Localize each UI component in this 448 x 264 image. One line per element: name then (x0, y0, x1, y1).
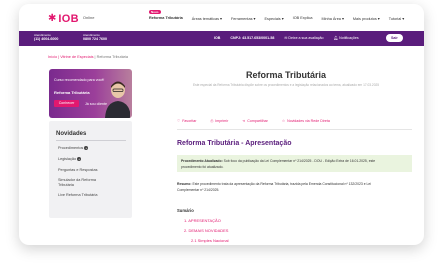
update-notice-label: Procedimento Atualizado: (181, 159, 223, 163)
top-navigation: ✱ IOB Online Novo Reforma Tributária Áre… (19, 4, 424, 31)
notifications-label: Notificações (339, 36, 359, 40)
promo-conhecer-button[interactable]: Conhecer (54, 100, 79, 107)
share-button[interactable]: ⋖ Compartilhar (242, 119, 268, 123)
nav-tutorial[interactable]: Tutorial ▾ (389, 16, 404, 21)
iob-logo[interactable]: ✱ IOB Online (48, 13, 94, 25)
browser-window: ✱ IOB Online Novo Reforma Tributária Áre… (19, 4, 424, 245)
favorite-label: Favoritar (182, 119, 197, 123)
nav-ferramentas[interactable]: Ferramentas ▾ (231, 16, 255, 21)
nav-areas-tematicas[interactable]: Áreas temáticas ▾ (192, 16, 222, 21)
article-title: Reforma Tributária - Apresentação (177, 140, 292, 147)
nav-label: Reforma Tributária (149, 16, 183, 20)
asterisk-logo-icon: ✱ (48, 13, 57, 24)
sidebar-item-label: Legislação (58, 157, 77, 161)
contact-phone: (11) 4004-6000 (34, 37, 59, 41)
breadcrumb-current: Reforma Tributária (96, 55, 129, 59)
toc-heading: Sumário (177, 208, 194, 213)
plus-icon: + (84, 146, 89, 150)
update-notice-text: Sob foco da publicação da Lei Complement… (222, 159, 376, 163)
rate-link[interactable]: ✉ Deixe a sua avaliação (284, 36, 323, 40)
company-cnpj: CNPJ: 43.517.653/0001-58 (230, 36, 275, 40)
company-name: IOB (214, 36, 221, 40)
logout-button[interactable]: Sair (386, 34, 403, 42)
update-notice: Procedimento Atualizado: Sob foco da pub… (177, 155, 412, 172)
heart-icon: ♡ (177, 119, 181, 123)
news-sidebar: Novidades Procedimentos + Legislação + Per… (49, 121, 132, 218)
sidebar-item-simulador[interactable]: Simulador da Reforma (58, 178, 96, 182)
sidebar-item-legislacao[interactable]: Legislação + (58, 157, 82, 161)
sidebar-title: Novidades (56, 131, 87, 137)
support-contact-1: Atendimento (11) 4004-6000 (34, 33, 58, 41)
new-badge: Novo (149, 10, 161, 14)
promo-course-name: Reforma Tributária (54, 90, 90, 95)
sidebar-item-procedimentos[interactable]: Procedimentos + (58, 146, 89, 150)
breadcrumb-section[interactable]: Vitrine de Especiais (60, 55, 93, 59)
printer-icon: ⎙ (210, 119, 214, 123)
summary-line-2: Complementar nº 214/2025. (177, 188, 220, 192)
sidebar-item-label: Procedimentos (58, 146, 84, 150)
star-icon: ☆ (281, 119, 286, 123)
account-bar: Atendimento (11) 4004-6000 Atendimento 0… (19, 31, 424, 46)
toc-item-apresentacao[interactable]: 1. APRESENTAÇÃO (184, 218, 221, 223)
sidebar-item-simulador-2[interactable]: Tributária (58, 183, 74, 187)
sidebar-item-perguntas[interactable]: Perguntas e Respostas (58, 168, 97, 172)
sidebar-divider (56, 140, 126, 141)
newsletter-label: Novidades via Rede Direta (287, 119, 330, 123)
contact-phone: 0800 724 7600 (83, 37, 107, 41)
breadcrumb-home[interactable]: Início (48, 55, 57, 59)
nav-reforma-tributaria[interactable]: Novo Reforma Tributária (149, 10, 183, 21)
print-button[interactable]: ⎙ Imprimir (210, 119, 228, 123)
account-info: IOB CNPJ: 43.517.653/0001-58 ✉ Deixe a s… (214, 36, 359, 40)
nav-minha-area[interactable]: Minha Área ▾ (322, 16, 344, 21)
support-contact-2: Atendimento 0800 724 7600 (83, 33, 107, 41)
notifications-link[interactable]: 🔔︎ Notificações (334, 36, 359, 40)
main-menu: Novo Reforma Tributária Áreas temáticas … (149, 10, 404, 21)
share-label: Compartilhar (247, 119, 268, 123)
sidebar-item-live[interactable]: Live Reforma Tributária (58, 193, 97, 197)
nav-especiais[interactable]: Especiais ▾ (264, 16, 283, 21)
rate-label: Deixe a sua avaliação (288, 36, 324, 40)
article-summary: Resumo: Este procedimento trata da apres… (177, 181, 371, 193)
print-label: Imprimir (215, 119, 229, 123)
summary-text: Este procedimento trata da apresentação … (191, 182, 372, 186)
update-notice-line-1: Procedimento Atualizado: Sob foco da pub… (181, 159, 375, 163)
summary-label: Resumo: (177, 182, 192, 186)
toc-item-demais-novidades[interactable]: 2. DEMAIS NOVIDADES (184, 228, 228, 233)
plus-icon: + (77, 157, 82, 161)
nav-mais-produtos[interactable]: Mais produtos ▾ (353, 16, 380, 21)
toc-item-simples-nacional[interactable]: 2.1 Simples Nacional (191, 238, 229, 243)
newsletter-button[interactable]: ☆ Novidades via Rede Direta (282, 119, 330, 123)
nav-iob-explica[interactable]: IOB Explica (293, 16, 313, 21)
course-promo-card: Curso recomendado para você! Reforma Tri… (49, 69, 132, 118)
logo-tag: Online (82, 15, 95, 20)
logo-brand: IOB (58, 13, 79, 25)
favorite-button[interactable]: ♡ Favoritar (177, 119, 196, 123)
breadcrumb: Início | Vitrine de Especiais | Reforma … (48, 55, 128, 59)
share-icon: ⋖ (242, 119, 246, 123)
promo-headline: Curso recomendado para você! (54, 78, 105, 82)
article-actions: ♡ Favoritar ⎙ Imprimir ⋖ Compartilhar ☆ Novi… (177, 119, 330, 123)
update-notice-line-2: procedimento foi atualizado. (181, 165, 224, 169)
instructor-photo (105, 81, 130, 118)
page-subtitle: Este especial da Reforma Tributária disp… (192, 83, 380, 87)
divider (177, 129, 412, 130)
page-title: Reforma Tributária (245, 70, 327, 80)
